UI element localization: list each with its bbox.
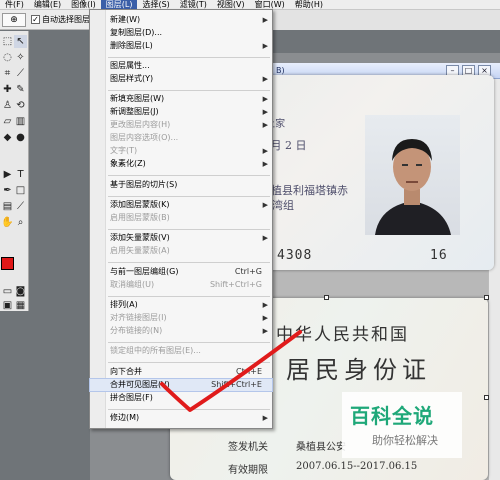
menu-separator: [108, 90, 270, 91]
watermark-logo: 百科全说: [350, 404, 434, 428]
checkmark-annotation: [160, 330, 302, 412]
zoom-tool-icon[interactable]: ⌕: [14, 216, 27, 229]
watermark-subtitle: 助你轻松解决: [372, 434, 438, 447]
menu-item-new[interactable]: 新建(W) ▶: [90, 14, 272, 26]
menu-help[interactable]: 帮助(H): [290, 0, 328, 10]
id-number-left: 4308: [277, 248, 313, 263]
menu-item-delete-layer[interactable]: 删除图层(L) ▶: [90, 40, 272, 52]
menu-item-layer-content-options[interactable]: 图层内容选项(O)...: [90, 132, 272, 144]
menu-separator: [108, 229, 270, 230]
submenu-arrow-icon: ▶: [262, 42, 268, 50]
submenu-arrow-icon: ▶: [262, 16, 268, 24]
shape-tool-icon[interactable]: □: [14, 184, 27, 197]
quick-mask-icon[interactable]: ◙: [14, 285, 27, 298]
menu-item-change-layer-content[interactable]: 更改图层内容(H) ▶: [90, 119, 272, 131]
menu-item-duplicate-layer[interactable]: 复制图层(D)...: [90, 27, 272, 39]
magic-wand-icon[interactable]: ✧: [14, 51, 27, 64]
gradient-tool-icon[interactable]: ▥: [14, 115, 27, 128]
submenu-arrow-icon: ▶: [262, 108, 268, 116]
move-tool-preset[interactable]: ⊕: [2, 13, 26, 27]
menu-item-align-linked[interactable]: 对齐链接图层(I) ▶: [90, 312, 272, 324]
path-select-icon[interactable]: ▶: [1, 168, 14, 181]
pen-tool-icon[interactable]: ✒: [1, 184, 14, 197]
submenu-arrow-icon: ▶: [262, 95, 268, 103]
menu-item-ungroup[interactable]: 取消编组(U) Shift+Ctrl+G: [90, 279, 272, 291]
marquee-tool-icon[interactable]: ⬚: [1, 35, 14, 48]
auto-select-checkbox[interactable]: ✓: [31, 15, 40, 24]
menu-item-rasterize[interactable]: 象素化(Z) ▶: [90, 158, 272, 170]
address-line-2: 湾组: [272, 199, 294, 212]
address-line-1: 卜植县利福塔镇赤: [260, 184, 348, 197]
menu-edit[interactable]: 编辑(E): [29, 0, 66, 10]
dodge-tool-icon[interactable]: ●: [14, 131, 27, 144]
watermark: 百科全说 助你轻松解决: [342, 392, 462, 458]
move-tool-icon[interactable]: ↖: [14, 35, 27, 48]
transform-handle-top-right[interactable]: [484, 295, 489, 300]
history-brush-icon[interactable]: ⟲: [14, 99, 27, 112]
foreground-color-swatch[interactable]: [1, 257, 14, 270]
toolbox: ⬚ ↖ ◌ ✧ ⌗ ⟋ ✚ ✎ ♙ ⟲ ▱ ▥ ◆ ● ▶ T ✒ □ ▤ ⟋ …: [0, 31, 29, 311]
validity-value: 2007.06.15--2017.06.15: [296, 461, 418, 472]
slice-tool-icon[interactable]: ⟋: [14, 67, 27, 80]
menu-item-group-with-previous[interactable]: 与前一图层编组(G) Ctrl+G: [90, 266, 272, 278]
menu-file[interactable]: 件(F): [0, 0, 29, 10]
issuer-label: 签发机关: [228, 442, 268, 453]
menu-item-layer-based-slice[interactable]: 基于图层的切片(S): [90, 179, 272, 191]
palette-well: [272, 10, 500, 30]
stamp-tool-icon[interactable]: ♙: [1, 99, 14, 112]
menu-separator: [108, 296, 270, 297]
portrait-photo: [365, 115, 460, 235]
menu-item-layer-properties[interactable]: 图层属性...: [90, 60, 272, 72]
submenu-arrow-icon: ▶: [262, 301, 268, 309]
auto-select-label: 自动选择图层: [42, 15, 90, 24]
blur-tool-icon[interactable]: ◆: [1, 131, 14, 144]
menu-separator: [108, 175, 270, 176]
menu-separator: [108, 196, 270, 197]
submenu-arrow-icon: ▶: [262, 314, 268, 322]
menu-item-enable-layer-mask[interactable]: 启用图层蒙版(B): [90, 212, 272, 224]
menu-item-type[interactable]: 文字(T) ▶: [90, 145, 272, 157]
document-title: B): [276, 66, 285, 75]
submenu-arrow-icon: ▶: [262, 201, 268, 209]
lasso-tool-icon[interactable]: ◌: [1, 51, 14, 64]
menu-item-add-layer-mask[interactable]: 添加图层蒙版(K) ▶: [90, 199, 272, 211]
screen-mode-icon[interactable]: ▣: [1, 299, 14, 312]
menu-item-new-fill-layer[interactable]: 新填充图层(W) ▶: [90, 93, 272, 105]
transform-handle-top[interactable]: [324, 295, 329, 300]
notes-tool-icon[interactable]: ▤: [1, 200, 14, 213]
standard-mode-icon[interactable]: ▭: [1, 285, 14, 298]
crop-tool-icon[interactable]: ⌗: [1, 67, 14, 80]
submenu-arrow-icon: ▶: [262, 75, 268, 83]
menu-item-arrange[interactable]: 排列(A) ▶: [90, 299, 272, 311]
menu-item-new-adjustment-layer[interactable]: 新调整图层(J) ▶: [90, 106, 272, 118]
transform-handle-right[interactable]: [484, 395, 489, 400]
submenu-arrow-icon: ▶: [262, 234, 268, 242]
validity-label: 有效期限: [228, 465, 268, 476]
menu-separator: [108, 57, 270, 58]
fullscreen-mode-icon[interactable]: ▦: [14, 299, 27, 312]
brush-tool-icon[interactable]: ✎: [14, 83, 27, 96]
eraser-tool-icon[interactable]: ▱: [1, 115, 14, 128]
menu-separator: [108, 262, 270, 263]
hand-tool-icon[interactable]: ✋: [1, 216, 14, 229]
menu-item-layer-style[interactable]: 图层样式(Y) ▶: [90, 73, 272, 85]
menu-item-add-vector-mask[interactable]: 添加矢量蒙版(V) ▶: [90, 232, 272, 244]
type-tool-icon[interactable]: T: [14, 168, 27, 181]
id-number-right: 16: [430, 248, 448, 263]
submenu-arrow-icon: ▶: [262, 160, 268, 168]
submenu-arrow-icon: ▶: [262, 147, 268, 155]
eyedropper-icon[interactable]: ⟋: [14, 200, 27, 213]
submenu-arrow-icon: ▶: [262, 121, 268, 129]
menu-item-enable-vector-mask[interactable]: 启用矢量蒙版(A): [90, 245, 272, 257]
issuer-value: 桑植县公安: [296, 442, 346, 453]
healing-brush-icon[interactable]: ✚: [1, 83, 14, 96]
